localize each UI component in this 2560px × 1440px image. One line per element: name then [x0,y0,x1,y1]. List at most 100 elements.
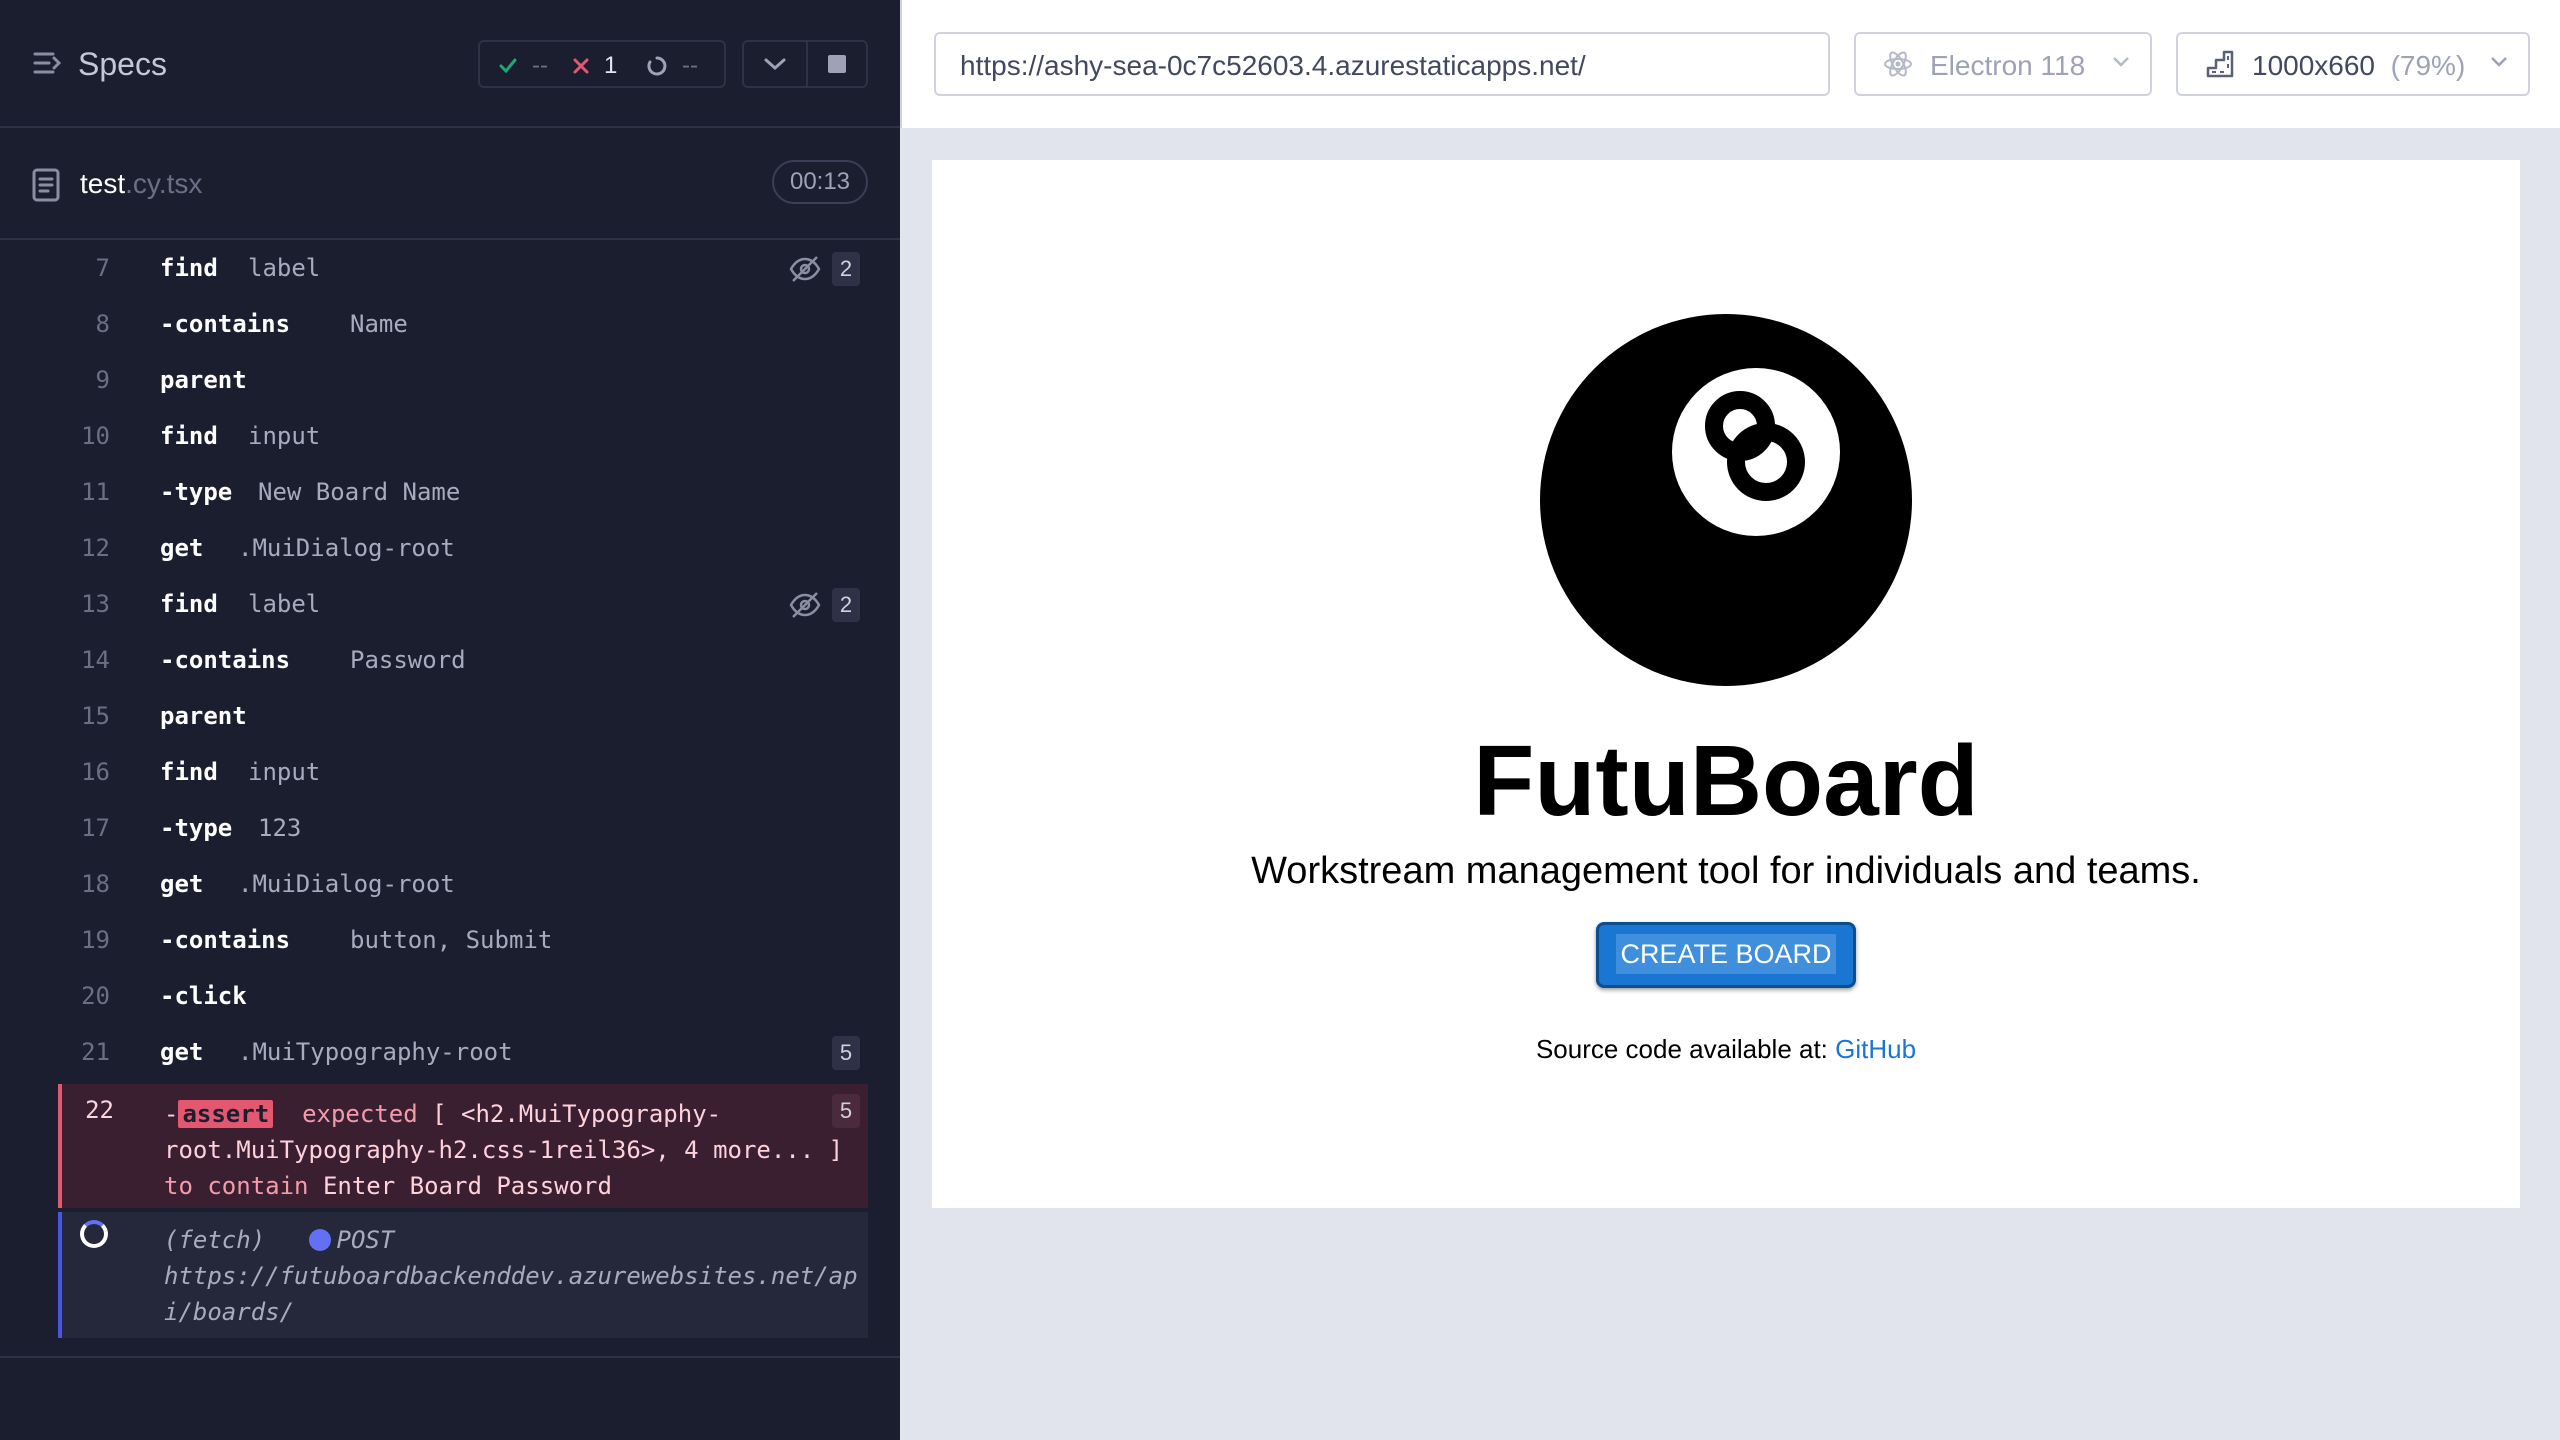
command-number: 20 [81,982,110,1010]
stop-button[interactable] [806,40,868,88]
command-name: get [160,1038,204,1066]
command-number: 11 [81,478,110,506]
check-icon [499,58,517,74]
electron-icon [1884,51,1912,77]
command-row[interactable]: 7 find label 2 [58,242,868,298]
fetch-message: (fetch) POST https://futuboardbackenddev.… [164,1226,858,1326]
command-number: 18 [81,870,110,898]
viewport-ruler-icon [2206,50,2234,78]
command-name: parent [160,366,247,394]
expand-toggle-button[interactable] [742,40,808,88]
command-name: find [160,758,218,786]
command-number: 15 [81,702,110,730]
command-name: -type [160,478,233,506]
command-name: get [160,534,204,562]
runner-footer-divider [0,1356,900,1358]
element-count-badge: 2 [832,588,860,622]
command-message: .MuiDialog-root [238,534,455,562]
failed-stat: 1 [572,52,617,80]
command-message: label [248,254,321,282]
passed-stat: -- [498,52,548,80]
command-number: 8 [95,310,110,338]
pending-stat: -- [646,52,698,80]
command-message: input [248,422,321,450]
command-row[interactable]: 19 -contains button, Submit [58,914,868,970]
command-name: -contains [160,646,291,674]
spec-file-name[interactable]: test.cy.tsx [80,168,202,200]
command-message: .MuiDialog-root [238,870,455,898]
command-number: 7 [95,254,110,282]
chevron-down-icon [2113,57,2129,67]
runner-panel: Specs -- 1 -- test.cy.tsx 00:13 7 find l… [0,0,900,1440]
command-number: 19 [81,926,110,954]
command-number: 9 [95,366,110,394]
command-message: .MuiTypography-root [238,1038,513,1066]
element-count-badge: 5 [832,1036,860,1070]
browser-label: Electron 118 [1930,50,2086,81]
stop-icon [828,55,846,73]
run-stats: -- 1 -- [478,40,726,88]
specs-header: Specs -- 1 -- [0,0,900,128]
preview-toolbar: https://ashy-sea-0c7c52603.4.azurestatic… [900,0,2560,128]
command-message: Password [350,646,466,674]
command-name: find [160,422,218,450]
spinner-icon [647,56,667,76]
assert-chip: assert [178,1100,274,1128]
element-count-badge: 2 [832,252,860,286]
pending-count: -- [682,52,698,79]
command-name: -type [160,814,233,842]
failed-assert-row[interactable]: 22 - assert expected [ <h2.MuiTypography-r… [58,1084,868,1208]
github-link[interactable]: GitHub [1835,1034,1916,1064]
command-name: -contains [160,926,291,954]
viewport-label: 1000x660 (79%) [2252,50,2466,81]
eye-slash-icon [789,592,821,618]
command-row[interactable]: 8 -contains Name [58,298,868,354]
assert-message: - assert expected [ <h2.MuiTypography-roo… [164,1100,844,1200]
passed-count: -- [532,52,548,79]
failed-count: 1 [604,52,618,79]
command-row[interactable]: 15 parent [58,690,868,746]
command-row[interactable]: 16 find input [58,746,868,802]
command-log: 7 find label 2 8 -contains Name 9 parent 10 find in… [58,242,868,1338]
chevron-down-icon [764,58,786,71]
command-number: 22 [85,1096,114,1124]
command-row[interactable]: 10 find input [58,410,868,466]
eye-slash-icon [789,256,821,282]
command-row[interactable]: 20 -click [58,970,868,1026]
specs-nav-icon[interactable] [32,48,62,78]
loading-spinner-icon [80,1220,108,1248]
command-number: 13 [81,590,110,618]
command-row[interactable]: 11 -type New Board Name [58,466,868,522]
command-row[interactable]: 12 get .MuiDialog-root [58,522,868,578]
x-icon [573,58,589,74]
command-number: 16 [81,758,110,786]
command-name: -click [160,982,247,1010]
command-message: button, Submit [350,926,553,954]
pending-fetch-row[interactable]: (fetch) POST https://futuboardbackenddev.… [58,1212,868,1338]
command-number: 17 [81,814,110,842]
command-message: Name [350,310,408,338]
command-row[interactable]: 13 find label 2 [58,578,868,634]
command-name: -contains [160,310,291,338]
command-row[interactable]: 17 -type 123 [58,802,868,858]
app-under-test-frame: FutuBoard Workstream management tool for… [932,160,2520,1208]
command-name: parent [160,702,247,730]
command-message: input [248,758,321,786]
command-message: 123 [258,814,302,842]
app-subtitle: Workstream management tool for individua… [1251,850,2201,892]
command-row[interactable]: 9 parent [58,354,868,410]
run-duration: 00:13 [772,160,868,204]
document-icon [32,168,60,202]
url-bar[interactable]: https://ashy-sea-0c7c52603.4.azurestatic… [934,32,1830,96]
command-row[interactable]: 14 -contains Password [58,634,868,690]
specs-title[interactable]: Specs [78,46,167,83]
browser-selector[interactable]: Electron 118 [1854,32,2152,96]
create-board-button[interactable]: CREATE BOARD [1596,922,1856,988]
command-row[interactable]: 18 get .MuiDialog-root [58,858,868,914]
command-row[interactable]: 21 get .MuiTypography-root 5 [58,1026,868,1082]
viewport-selector[interactable]: 1000x660 (79%) [2176,32,2530,96]
command-number: 10 [81,422,110,450]
element-count-badge: 5 [832,1094,860,1128]
command-name: find [160,254,218,282]
spec-file-header: test.cy.tsx 00:13 [0,148,900,240]
